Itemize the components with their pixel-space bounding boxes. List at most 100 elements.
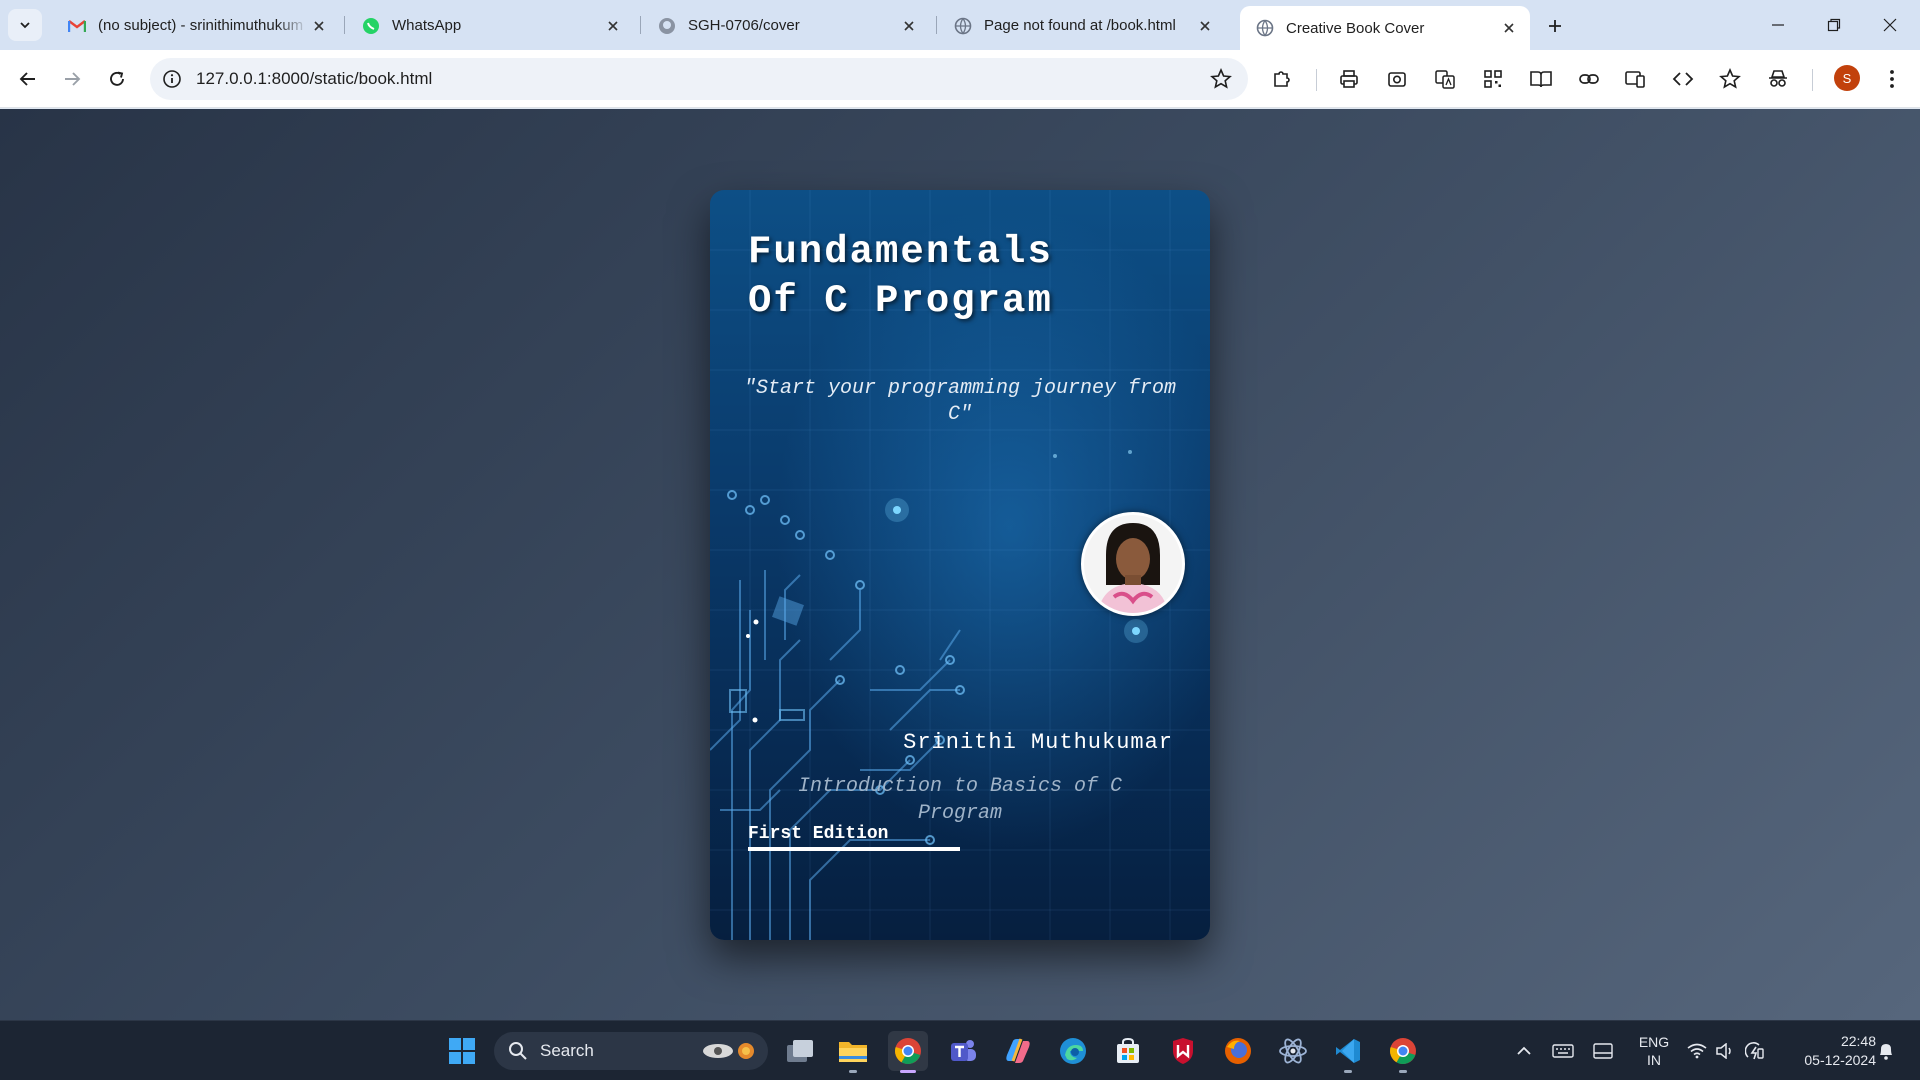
bookmark-star-icon[interactable]	[1210, 68, 1232, 90]
close-icon[interactable]	[602, 15, 624, 37]
book-tagline: "Start your programming journey from C"	[743, 377, 1177, 426]
battery-charging-icon	[1745, 1042, 1764, 1060]
store-icon	[1117, 1037, 1139, 1063]
volume-button[interactable]	[1712, 1021, 1738, 1080]
clock[interactable]: 22:48 05-12-2024	[1780, 1032, 1876, 1070]
file-explorer-button[interactable]	[833, 1031, 873, 1073]
close-icon[interactable]	[898, 15, 920, 37]
tab-title: (no subject) - srinithimuthukum	[98, 17, 304, 34]
puzzle-icon	[1274, 71, 1290, 87]
chrome-secondary-button[interactable]	[1383, 1031, 1423, 1073]
teams-icon	[951, 1040, 976, 1061]
browser-toolbar: 127.0.0.1:8000/static/book.html S	[0, 50, 1920, 108]
new-tab-button[interactable]	[1540, 12, 1570, 40]
whatsapp-icon	[362, 17, 380, 35]
close-icon[interactable]	[1498, 17, 1520, 39]
favorites-button[interactable]	[1716, 65, 1744, 93]
windows-start-icon	[449, 1038, 475, 1064]
chevron-down-icon	[20, 22, 30, 29]
print-button[interactable]	[1335, 65, 1363, 93]
print-icon	[1340, 70, 1358, 88]
teams-button[interactable]	[943, 1031, 983, 1071]
language-code: ENG	[1638, 1034, 1670, 1050]
atom-app-button[interactable]	[1273, 1031, 1313, 1071]
close-icon[interactable]	[308, 15, 330, 37]
extensions-button[interactable]	[1268, 65, 1296, 93]
screenshot-button[interactable]	[1383, 65, 1411, 93]
tab-title: SGH-0706/cover	[688, 17, 800, 34]
copy-link-button[interactable]	[1575, 65, 1603, 93]
tab-creative-book-cover[interactable]: Creative Book Cover	[1240, 6, 1530, 50]
firefox-icon	[1225, 1038, 1251, 1064]
copilot-button[interactable]	[998, 1031, 1038, 1071]
forward-button[interactable]	[55, 62, 89, 96]
qr-code-icon	[1484, 70, 1502, 88]
taskbar-search[interactable]: Search	[494, 1032, 768, 1070]
vscode-button[interactable]	[1328, 1031, 1368, 1073]
book-title-line-1: Fundamentals	[748, 230, 1053, 274]
reload-button[interactable]	[100, 62, 134, 96]
incognito-button[interactable]	[1764, 65, 1792, 93]
tab-gmail[interactable]: (no subject) - srinithimuthukum	[52, 7, 340, 44]
atom-icon	[1279, 1038, 1307, 1064]
touch-keyboard-button[interactable]	[1550, 1021, 1576, 1080]
show-hidden-icons-button[interactable]	[1512, 1021, 1536, 1080]
restore-button[interactable]	[1814, 10, 1854, 40]
chrome-taskbar-button[interactable]	[888, 1031, 928, 1073]
address-bar[interactable]: 127.0.0.1:8000/static/book.html	[150, 58, 1248, 100]
book-open-icon	[1530, 71, 1552, 88]
battery-button[interactable]	[1742, 1021, 1768, 1080]
clock-date: 05-12-2024	[1804, 1052, 1876, 1068]
globe-icon	[1256, 19, 1274, 37]
minimize-icon	[1772, 24, 1784, 26]
running-indicator	[900, 1070, 916, 1073]
reading-mode-button[interactable]	[1527, 65, 1555, 93]
display-icon	[1593, 1043, 1613, 1059]
speaker-icon	[1716, 1043, 1731, 1059]
task-view-button[interactable]	[780, 1031, 820, 1071]
developer-tools-button[interactable]	[1669, 65, 1697, 93]
translate-button[interactable]	[1431, 65, 1459, 93]
plus-icon	[1549, 20, 1561, 32]
tab-whatsapp[interactable]: WhatsApp	[346, 7, 634, 44]
chrome-icon	[895, 1038, 921, 1065]
tab-strip: (no subject) - srinithimuthukum WhatsApp…	[0, 0, 1920, 50]
device-mode-button[interactable]	[1621, 65, 1649, 93]
taskbar-overflow-button[interactable]	[1590, 1021, 1616, 1080]
search-highlight-icon	[703, 1043, 754, 1059]
translate-icon	[1435, 70, 1455, 89]
notifications-button[interactable]	[1874, 1021, 1898, 1080]
minimize-button[interactable]	[1758, 10, 1798, 40]
star-icon	[1719, 68, 1741, 89]
network-button[interactable]	[1684, 1021, 1710, 1080]
search-label: Search	[540, 1041, 594, 1060]
code-icon	[1672, 72, 1694, 86]
firefox-button[interactable]	[1218, 1031, 1258, 1071]
close-icon[interactable]	[1194, 15, 1216, 37]
author-name: Srinithi Muthukumar	[903, 730, 1173, 755]
running-indicator	[1344, 1070, 1352, 1073]
microsoft-store-button[interactable]	[1108, 1031, 1148, 1071]
tab-search-button[interactable]	[8, 9, 42, 41]
start-button[interactable]	[442, 1031, 482, 1071]
window-close-button[interactable]	[1870, 10, 1910, 40]
profile-avatar[interactable]: S	[1834, 65, 1860, 91]
qr-code-button[interactable]	[1479, 65, 1507, 93]
vscode-icon	[1336, 1039, 1360, 1063]
tab-title: WhatsApp	[392, 17, 462, 34]
bell-icon	[1880, 1044, 1892, 1060]
tab-page-not-found[interactable]: Page not found at /book.html	[938, 7, 1226, 44]
keyboard-icon	[1552, 1044, 1574, 1058]
tab-github[interactable]: SGH-0706/cover	[642, 7, 930, 44]
mcafee-button[interactable]	[1163, 1031, 1203, 1071]
edge-button[interactable]	[1053, 1031, 1093, 1071]
wifi-icon	[1687, 1043, 1707, 1059]
toolbar-divider	[1812, 69, 1813, 91]
info-icon[interactable]	[162, 69, 182, 89]
book-cover: Fundamentals Of C Program "Start your pr…	[710, 190, 1210, 940]
back-button[interactable]	[11, 62, 45, 96]
tab-title: Creative Book Cover	[1286, 19, 1425, 37]
more-vertical-icon	[1890, 70, 1894, 88]
menu-button[interactable]	[1878, 65, 1906, 93]
language-indicator[interactable]: ENG IN	[1634, 1033, 1674, 1069]
